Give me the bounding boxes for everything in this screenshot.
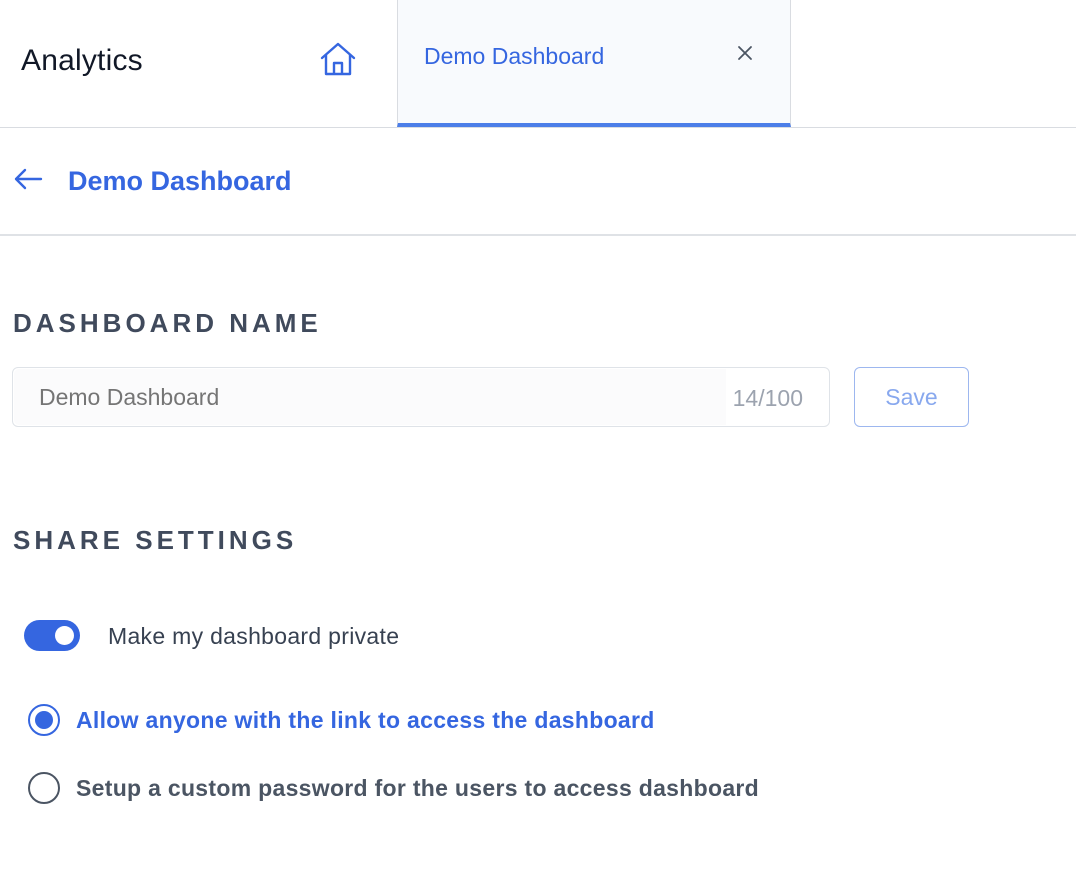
- radio-link-access[interactable]: [28, 704, 60, 736]
- dashboard-name-field: 14/100: [12, 367, 830, 427]
- close-icon[interactable]: [734, 42, 756, 64]
- arrow-left-icon: [13, 168, 43, 195]
- page-header: Demo Dashboard: [0, 128, 1076, 236]
- top-bar: Analytics Demo Dashboard: [0, 0, 1076, 128]
- tab-demo-dashboard[interactable]: Demo Dashboard: [397, 0, 791, 127]
- page-title: Demo Dashboard: [68, 166, 292, 196]
- home-icon: [319, 41, 357, 82]
- save-button[interactable]: Save: [854, 367, 969, 427]
- dashboard-name-heading: DASHBOARD NAME: [13, 308, 322, 338]
- tab-label: Demo Dashboard: [424, 43, 605, 69]
- back-button[interactable]: [12, 166, 44, 196]
- dashboard-name-input[interactable]: [14, 369, 726, 425]
- radio-link-access-label[interactable]: Allow anyone with the link to access the…: [76, 707, 655, 734]
- share-settings-heading: SHARE SETTINGS: [13, 525, 298, 555]
- radio-custom-password[interactable]: [28, 772, 60, 804]
- private-toggle[interactable]: [24, 620, 80, 651]
- radio-custom-password-label[interactable]: Setup a custom password for the users to…: [76, 775, 759, 802]
- toggle-knob: [55, 626, 74, 645]
- home-button[interactable]: [318, 41, 358, 82]
- private-toggle-label: Make my dashboard private: [108, 623, 400, 649]
- app-title: Analytics: [21, 44, 143, 77]
- char-count: 14/100: [732, 385, 803, 411]
